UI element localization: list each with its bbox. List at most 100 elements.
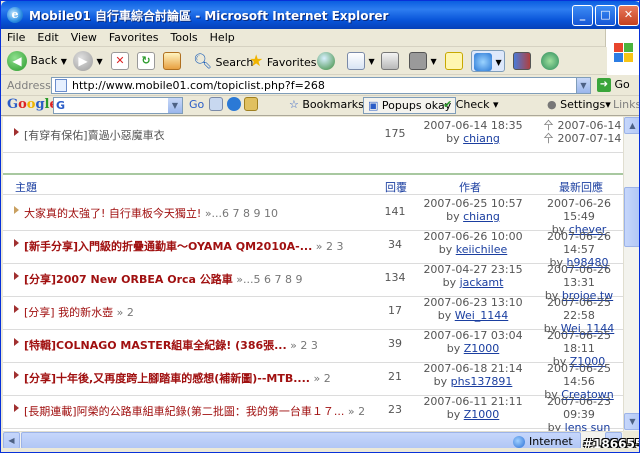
horizontal-scroll-thumb[interactable] [21,432,581,449]
topic-last-user-link[interactable]: lens sun [565,421,611,431]
discuss-button[interactable] [445,50,463,72]
vertical-scroll-thumb[interactable] [624,187,639,247]
forward-button[interactable]: ▶ ▼ [73,50,103,72]
menu-view[interactable]: View [65,29,103,47]
topic-title[interactable]: [特輯]COLNAGO MASTER組車全紀錄! (386張... [24,339,287,352]
header-last[interactable]: 最新回應 [559,179,603,195]
vertical-scrollbar[interactable]: ▲ ▼ [623,117,639,431]
google-tool-icons[interactable] [209,97,258,111]
users-button[interactable] [541,50,559,72]
topic-author-link[interactable]: Wei_1144 [455,309,509,322]
back-button[interactable]: ◀ Back ▼ [7,50,67,72]
address-bar: Address http://www.mobile01.com/topiclis… [1,76,639,96]
favorites-button[interactable]: ★ Favorites [249,50,317,72]
topic-replies: 17 [388,304,402,317]
topic-title-cell: [分享]十年後,又再度跨上腳踏車的感想(補新圖)--MTB.... » 2 [24,370,331,386]
globe-icon[interactable] [226,97,241,111]
topic-author-link[interactable]: jackamt [460,276,504,289]
refresh-button[interactable]: ↻ [137,50,155,72]
header-replies[interactable]: 回覆 [385,179,407,195]
topic-pages[interactable]: » 2 3 [316,240,344,253]
topic-title[interactable]: 大家真的太強了! 自行車板今天獨立! [24,207,201,220]
pinned-author-cell: 2007-06-14 18:35 by chiang [423,119,523,145]
topic-title[interactable]: [分享] 我的新水壺 [24,306,113,319]
topic-title[interactable]: [長期連載]阿榮的公路車組車紀錄(第二批圖：我的第一台車１７... [24,405,344,418]
header-topic[interactable]: 主題 [15,179,37,195]
edit-button[interactable]: ▼ [409,50,437,72]
favorites-label: Favorites [266,56,317,69]
topic-bullet-icon [14,404,19,412]
google-logo[interactable]: Google [7,97,58,112]
pinned-topic-title[interactable]: [有穿有保佑]賣過小惡魔車衣 [24,127,165,143]
menu-tools[interactable]: Tools [165,29,204,47]
close-button[interactable]: ✕ [618,5,639,26]
scroll-down-icon[interactable]: ▼ [624,413,639,430]
topic-pages[interactable]: » 2 [313,372,330,385]
stop-button[interactable]: ✕ [111,50,129,72]
logo-flag-blue [614,53,623,62]
address-url: http://www.mobile01.com/topiclist.php?f=… [72,79,325,92]
scroll-up-icon[interactable]: ▲ [624,117,639,134]
research-button[interactable] [513,50,531,72]
search-button[interactable]: 🔍︎ Search [193,50,253,72]
security-zone: Internet [513,435,573,448]
topic-row: [分享]十年後,又再度跨上腳踏車的感想(補新圖)--MTB.... » 2 21… [3,360,623,401]
spellcheck-button[interactable]: ✔ Check ▾ [443,98,499,111]
menu-help[interactable]: Help [204,29,241,47]
links-label[interactable]: Links [613,98,639,111]
address-dropdown-icon[interactable]: ▼ [576,78,590,93]
home-icon [163,52,181,70]
topic-author-date: 2007-06-17 03:04 [423,329,523,342]
minimize-button[interactable]: _ [572,5,593,26]
home-button[interactable] [163,50,181,72]
topic-pages[interactable]: »...5 6 7 8 9 [236,273,302,286]
topic-author-link[interactable]: Z1000 [464,342,500,355]
messenger-button[interactable]: ▼ [471,50,505,72]
topic-pages[interactable]: » 2 [348,405,365,418]
topic-author-link[interactable]: chiang [463,210,500,223]
google-search-dropdown-icon[interactable]: ▼ [168,98,182,113]
bookmarks-button[interactable]: ☆ Bookmarks▾ [289,98,369,111]
maximize-button[interactable]: □ [595,5,616,26]
topic-author-link[interactable]: keiichilee [456,243,508,256]
logo-flag-green [624,43,633,52]
topic-row: [特輯]COLNAGO MASTER組車全紀錄! (386張... » 2 3 … [3,327,623,368]
search-icon: 🔍︎ [193,52,213,70]
topic-title[interactable]: [分享]2007 New ORBEA Orca 公路車 [24,273,233,286]
search-site-icon[interactable] [209,97,223,111]
zone-label: Internet [529,435,573,448]
title-bar[interactable]: e Mobile01 自行車綜合討論區 - Microsoft Internet… [1,1,639,29]
address-input[interactable]: http://www.mobile01.com/topiclist.php?f=… [51,77,591,94]
topic-title-cell: [分享]2007 New ORBEA Orca 公路車 »...5 6 7 8 … [24,271,302,287]
go-button[interactable]: ➜ Go [597,78,630,92]
menu-edit[interactable]: Edit [31,29,64,47]
topic-pages[interactable]: »...6 7 8 9 10 [205,207,278,220]
topic-bullet-icon [14,239,19,247]
topic-title[interactable]: [新手分享]入門級的折疊通勤車～OYAMA QM2010A-... [24,240,312,253]
browser-window: e Mobile01 自行車綜合討論區 - Microsoft Internet… [0,0,640,453]
forward-arrow-icon: ▶ [73,51,93,71]
news-icon[interactable] [244,97,258,111]
scroll-left-icon[interactable]: ◀ [3,432,20,449]
google-search-input[interactable]: G ▼ [53,97,183,114]
menu-file[interactable]: File [1,29,31,47]
print-button[interactable] [381,50,399,72]
history-button[interactable] [317,50,335,72]
pinned-replies: 175 [384,127,406,140]
go-label: Go [614,78,630,91]
topic-row: [分享]2007 New ORBEA Orca 公路車 »...5 6 7 8 … [3,261,623,302]
settings-button[interactable]: ● Settings▾ [547,98,611,111]
topic-bullet-icon [14,371,19,379]
topic-pages[interactable]: » 2 [117,306,134,319]
header-author[interactable]: 作者 [459,179,481,195]
pinned-author-link[interactable]: chiang [463,132,500,145]
topic-author-link[interactable]: Z1000 [464,408,500,421]
menu-favorites[interactable]: Favorites [103,29,165,47]
topic-bullet-icon [14,206,19,214]
topic-title[interactable]: [分享]十年後,又再度跨上腳踏車的感想(補新圖)--MTB.... [24,372,310,385]
mail-button[interactable]: ▼ [347,50,375,72]
topic-pages[interactable]: » 2 3 [290,339,318,352]
bookmark-star-icon: ☆ [289,98,299,111]
google-go-button[interactable]: Go [189,98,204,111]
topic-author-link[interactable]: phs137891 [451,375,513,388]
